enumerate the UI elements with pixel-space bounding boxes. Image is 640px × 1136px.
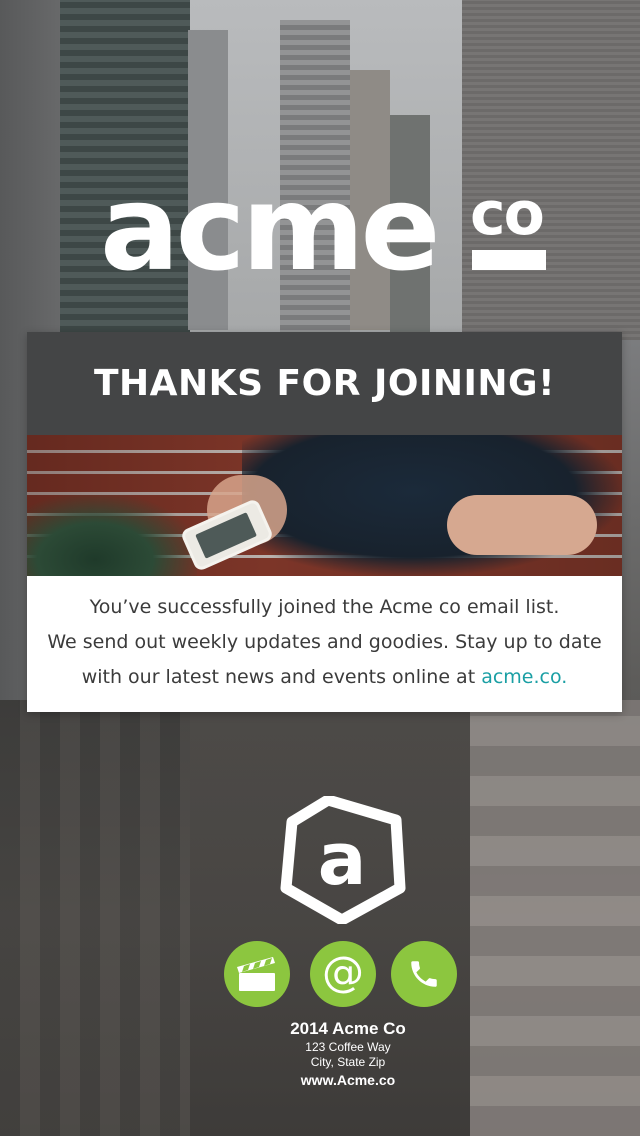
- address-city: City, State Zip: [310, 1055, 386, 1069]
- brand-logo: acme co: [100, 168, 560, 288]
- confirmation-card: THANKS FOR JOINING! You’ve successfully …: [27, 332, 622, 712]
- message-line-1: You’ve successfully joined the Acme co e…: [89, 596, 560, 618]
- email-at-icon[interactable]: @: [310, 941, 376, 1007]
- phone-icon[interactable]: [391, 941, 457, 1007]
- footer-contact: 2014 Acme Co 123 Coffee Way City, State …: [220, 1018, 476, 1090]
- message-line-2: We send out weekly updates and goodies. …: [47, 631, 602, 653]
- logo-wordmark: acme: [100, 159, 441, 297]
- website-link[interactable]: acme.co.: [481, 666, 567, 688]
- card-message: You’ve successfully joined the Acme co e…: [27, 576, 622, 712]
- card-header: THANKS FOR JOINING!: [27, 332, 622, 435]
- logo-underline-bar: [472, 250, 546, 270]
- message-line-3-text: with our latest news and events online a…: [81, 666, 482, 688]
- card-title: THANKS FOR JOINING!: [94, 363, 555, 404]
- address-street: 123 Coffee Way: [305, 1040, 391, 1054]
- footer-website-link[interactable]: www.Acme.co: [220, 1070, 476, 1090]
- hexagon-logo-letter: a: [318, 817, 367, 901]
- acme-hexagon-logo-icon: a: [280, 796, 406, 924]
- logo-suffix: co: [470, 179, 545, 249]
- hero-photo: [27, 435, 622, 576]
- film-clapper-icon[interactable]: [224, 941, 290, 1007]
- message-line-3: with our latest news and events online a…: [27, 660, 622, 695]
- company-name: 2014 Acme Co: [290, 1019, 406, 1038]
